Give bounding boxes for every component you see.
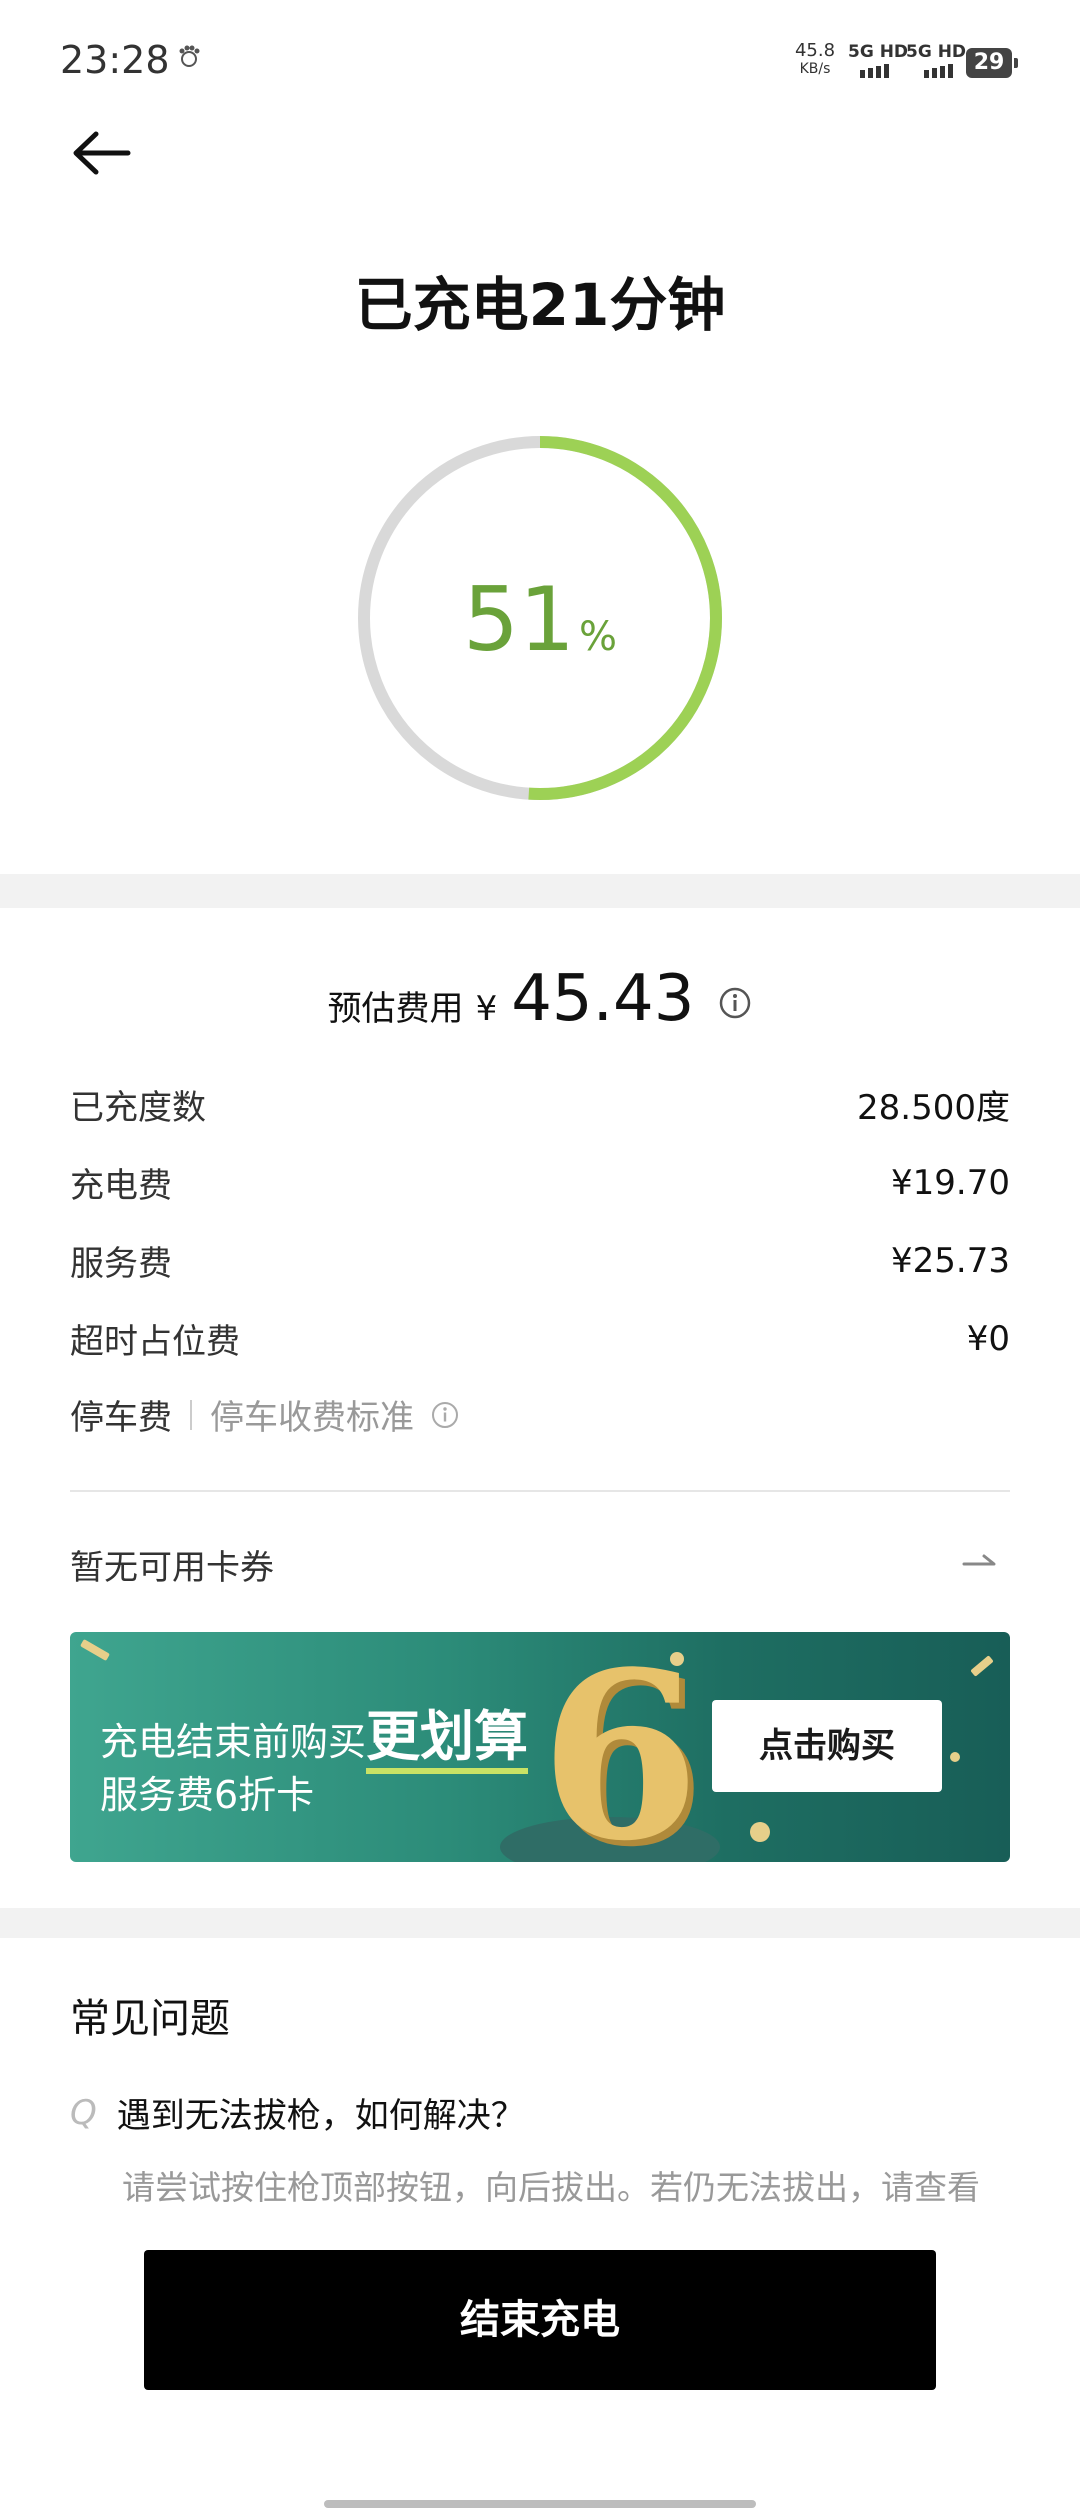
faq-answer: 请尝试按住枪顶部按钮，向后拔出。若仍无法拔出，请查看	[122, 2168, 980, 2207]
fee-label: 服务费	[70, 1244, 172, 1284]
page-title: 已充电21分钟	[354, 271, 726, 339]
buy-button[interactable]: 点击购买	[712, 1700, 942, 1792]
network-speed: 45.8 KB/s	[790, 42, 840, 78]
charge-percent: 51%	[0, 568, 1080, 671]
fee-label: 充电费	[70, 1166, 172, 1206]
separator	[190, 1399, 192, 1430]
home-indicator[interactable]	[324, 2500, 756, 2508]
paw-icon	[179, 45, 200, 67]
confetti	[80, 1639, 110, 1661]
estimated-cost: 预估费用 ¥ 45.43	[0, 962, 1080, 1036]
promo-line2: 服务费6折卡	[100, 1773, 315, 1817]
faq-title: 常见问题	[70, 1996, 230, 2042]
confetti	[750, 1822, 770, 1842]
parking-standard-link[interactable]: 停车收费标准	[210, 1390, 414, 1439]
confetti	[970, 1655, 994, 1677]
promo-line1: 充电结束前购买更划算	[100, 1692, 529, 1774]
arrow-right-icon[interactable]	[962, 1548, 998, 1572]
network-speed-unit: KB/s	[799, 61, 831, 77]
fee-value: ¥19.70	[891, 1162, 1010, 1203]
divider	[70, 1490, 1010, 1492]
fee-value: 28.500度	[857, 1088, 1010, 1128]
parking-fee-label: 停车费	[70, 1398, 172, 1438]
fee-row-charging: 充电费 ¥19.70	[70, 1158, 1010, 1207]
promo-highlight: 更划算	[366, 1705, 529, 1774]
faq-q-marker: Q	[70, 2092, 97, 2133]
charge-percent-unit: %	[578, 614, 617, 660]
info-icon[interactable]	[430, 1400, 460, 1430]
fee-label: 已充度数	[70, 1088, 206, 1128]
section-divider	[0, 1908, 1080, 1938]
coupon-status[interactable]: 暂无可用卡券	[70, 1540, 274, 1589]
fee-value: ¥25.73	[891, 1240, 1010, 1281]
network-speed-value: 45.8	[794, 40, 836, 61]
info-icon[interactable]	[718, 986, 752, 1020]
estimated-cost-amount: 45.43	[511, 962, 695, 1036]
currency-symbol: ¥	[475, 989, 498, 1029]
fee-value: ¥0	[966, 1318, 1010, 1359]
signal-bars-2-icon	[924, 64, 953, 78]
fee-row-overtime: 超时占位费 ¥0	[70, 1314, 1010, 1363]
faq-question[interactable]: Q 遇到无法拔枪，如何解决？	[70, 2088, 525, 2137]
sim1-label: 5G HD	[848, 42, 909, 62]
confetti	[950, 1752, 960, 1762]
charge-percent-value: 51	[463, 568, 575, 671]
fee-row-service: 服务费 ¥25.73	[70, 1236, 1010, 1285]
end-charging-button[interactable]: 结束充电	[144, 2250, 936, 2390]
faq-question-text: 遇到无法拔枪，如何解决？	[116, 2096, 525, 2136]
arrow-left-icon[interactable]	[66, 118, 136, 188]
battery-indicator: 29	[966, 48, 1018, 78]
sim2-label: 5G HD	[906, 42, 967, 62]
promo-line1-prefix: 充电结束前购买	[100, 1720, 367, 1764]
signal-bars-1-icon	[860, 64, 889, 78]
fee-label: 超时占位费	[70, 1322, 240, 1362]
promo-banner[interactable]: 6 充电结束前购买更划算 服务费6折卡 点击购买	[70, 1632, 1010, 1862]
estimated-cost-label: 预估费用	[327, 989, 464, 1029]
promo-big-number: 6	[540, 1632, 701, 1862]
parking-fee-row: 停车费 停车收费标准	[70, 1390, 460, 1439]
fee-row-energy: 已充度数 28.500度	[70, 1080, 1010, 1129]
section-divider	[0, 874, 1080, 908]
status-time: 23:28	[60, 38, 170, 82]
